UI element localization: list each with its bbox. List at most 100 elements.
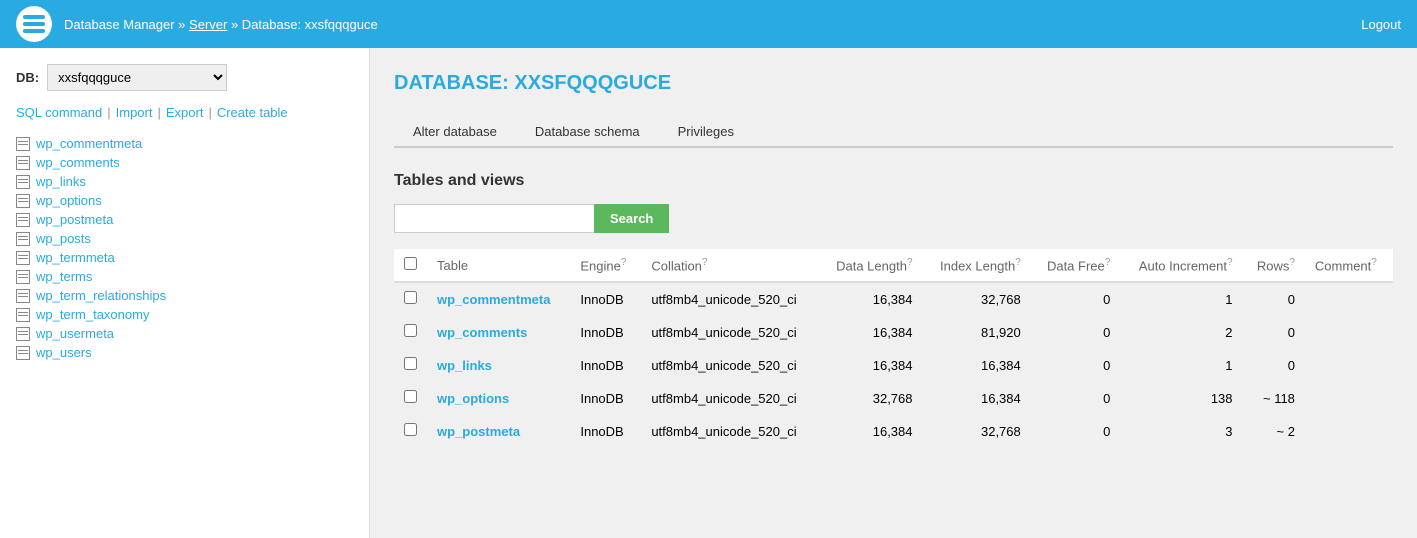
table-row: wp_commentmeta InnoDB utf8mb4_unicode_52… xyxy=(394,282,1393,316)
sidebar-table-label: wp_comments xyxy=(36,155,120,170)
table-icon xyxy=(16,137,30,151)
db-selector: DB: xxsfqqqguce xyxy=(16,64,353,91)
sidebar-table-item[interactable]: wp_term_taxonomy xyxy=(16,305,353,324)
row-index-length: 32,768 xyxy=(923,415,1031,448)
tab-database-schema[interactable]: Database schema xyxy=(516,115,659,148)
row-checkbox[interactable] xyxy=(404,357,417,370)
create-table-link[interactable]: Create table xyxy=(217,105,288,120)
sidebar-table-item[interactable]: wp_options xyxy=(16,191,353,210)
section-title: Tables and views xyxy=(394,172,1393,190)
server-link[interactable]: Server xyxy=(189,17,227,32)
row-auto-increment: 1 xyxy=(1120,282,1242,316)
tab-privileges[interactable]: Privileges xyxy=(659,115,753,148)
col-data-length: Data Length? xyxy=(819,249,923,282)
logo-icon xyxy=(16,6,52,42)
row-table-name[interactable]: wp_links xyxy=(427,349,570,382)
comment-sup: ? xyxy=(1371,257,1377,268)
breadcrumb-prefix: Database Manager » xyxy=(64,17,185,32)
sidebar-table-item[interactable]: wp_termmeta xyxy=(16,248,353,267)
engine-sup: ? xyxy=(621,257,627,268)
row-rows: 0 xyxy=(1243,349,1305,382)
sidebar-table-item[interactable]: wp_posts xyxy=(16,229,353,248)
sidebar-table-item[interactable]: wp_users xyxy=(16,343,353,362)
row-auto-increment: 3 xyxy=(1120,415,1242,448)
row-checkbox[interactable] xyxy=(404,423,417,436)
search-input[interactable] xyxy=(394,204,594,233)
table-icon xyxy=(16,156,30,170)
layout: DB: xxsfqqqguce SQL command | Import | E… xyxy=(0,48,1417,538)
col-rows: Rows? xyxy=(1243,249,1305,282)
header-row: Table Engine? Collation? Data Length? In… xyxy=(394,249,1393,282)
sidebar-table-item[interactable]: wp_term_relationships xyxy=(16,286,353,305)
sidebar-table-label: wp_postmeta xyxy=(36,212,113,227)
sidebar-table-item[interactable]: wp_postmeta xyxy=(16,210,353,229)
row-data-free: 0 xyxy=(1031,316,1121,349)
row-checkbox[interactable] xyxy=(404,291,417,304)
sidebar-table-label: wp_users xyxy=(36,345,92,360)
breadcrumb: Database Manager » Server » Database: xx… xyxy=(64,17,378,32)
table-row: wp_links InnoDB utf8mb4_unicode_520_ci 1… xyxy=(394,349,1393,382)
sidebar-table-label: wp_usermeta xyxy=(36,326,114,341)
logout-button[interactable]: Logout xyxy=(1361,17,1401,32)
sidebar-table-item[interactable]: wp_comments xyxy=(16,153,353,172)
row-auto-increment: 2 xyxy=(1120,316,1242,349)
table-icon xyxy=(16,346,30,360)
row-data-free: 0 xyxy=(1031,382,1121,415)
main-content: DATABASE: XXSFQQQGUCE Alter database Dat… xyxy=(370,48,1417,538)
row-index-length: 32,768 xyxy=(923,282,1031,316)
sidebar-table-label: wp_options xyxy=(36,193,102,208)
row-data-free: 0 xyxy=(1031,415,1121,448)
row-engine: InnoDB xyxy=(570,349,641,382)
col-comment: Comment? xyxy=(1305,249,1393,282)
export-link[interactable]: Export xyxy=(166,105,204,120)
select-all-col xyxy=(394,249,427,282)
row-table-name[interactable]: wp_options xyxy=(427,382,570,415)
header: Database Manager » Server » Database: xx… xyxy=(0,0,1417,48)
row-checkbox-cell xyxy=(394,382,427,415)
import-link[interactable]: Import xyxy=(116,105,153,120)
table-name-link[interactable]: wp_comments xyxy=(437,325,527,340)
row-comment xyxy=(1305,349,1393,382)
tab-alter-database[interactable]: Alter database xyxy=(394,115,516,148)
table-name-link[interactable]: wp_links xyxy=(437,358,492,373)
col-index-length: Index Length? xyxy=(923,249,1031,282)
sql-command-link[interactable]: SQL command xyxy=(16,105,102,120)
sidebar-table-item[interactable]: wp_links xyxy=(16,172,353,191)
table-icon xyxy=(16,327,30,341)
sidebar-table-item[interactable]: wp_terms xyxy=(16,267,353,286)
sidebar-table-item[interactable]: wp_commentmeta xyxy=(16,134,353,153)
row-checkbox-cell xyxy=(394,316,427,349)
row-data-length: 32,768 xyxy=(819,382,923,415)
sidebar-table-item[interactable]: wp_usermeta xyxy=(16,324,353,343)
row-auto-increment: 1 xyxy=(1120,349,1242,382)
df-sup: ? xyxy=(1105,257,1111,268)
table-icon xyxy=(16,194,30,208)
table-name-link[interactable]: wp_postmeta xyxy=(437,424,520,439)
table-name-link[interactable]: wp_commentmeta xyxy=(437,292,550,307)
sidebar-table-label: wp_term_relationships xyxy=(36,288,166,303)
row-checkbox[interactable] xyxy=(404,324,417,337)
il-sup: ? xyxy=(1015,257,1021,268)
row-engine: InnoDB xyxy=(570,415,641,448)
row-collation: utf8mb4_unicode_520_ci xyxy=(641,349,819,382)
table-name-link[interactable]: wp_options xyxy=(437,391,509,406)
sidebar-table-label: wp_termmeta xyxy=(36,250,115,265)
row-collation: utf8mb4_unicode_520_ci xyxy=(641,382,819,415)
col-data-free: Data Free? xyxy=(1031,249,1121,282)
sep-2: | xyxy=(157,105,160,120)
row-comment xyxy=(1305,282,1393,316)
row-checkbox-cell xyxy=(394,415,427,448)
row-table-name[interactable]: wp_postmeta xyxy=(427,415,570,448)
row-table-name[interactable]: wp_comments xyxy=(427,316,570,349)
row-table-name[interactable]: wp_commentmeta xyxy=(427,282,570,316)
row-checkbox-cell xyxy=(394,282,427,316)
select-all-checkbox[interactable] xyxy=(404,257,417,270)
row-auto-increment: 138 xyxy=(1120,382,1242,415)
db-select[interactable]: xxsfqqqguce xyxy=(47,64,227,91)
table-row: wp_comments InnoDB utf8mb4_unicode_520_c… xyxy=(394,316,1393,349)
row-rows: ~ 118 xyxy=(1243,382,1305,415)
row-rows: 0 xyxy=(1243,282,1305,316)
search-button[interactable]: Search xyxy=(594,204,669,233)
sep-3: | xyxy=(208,105,211,120)
row-checkbox[interactable] xyxy=(404,390,417,403)
